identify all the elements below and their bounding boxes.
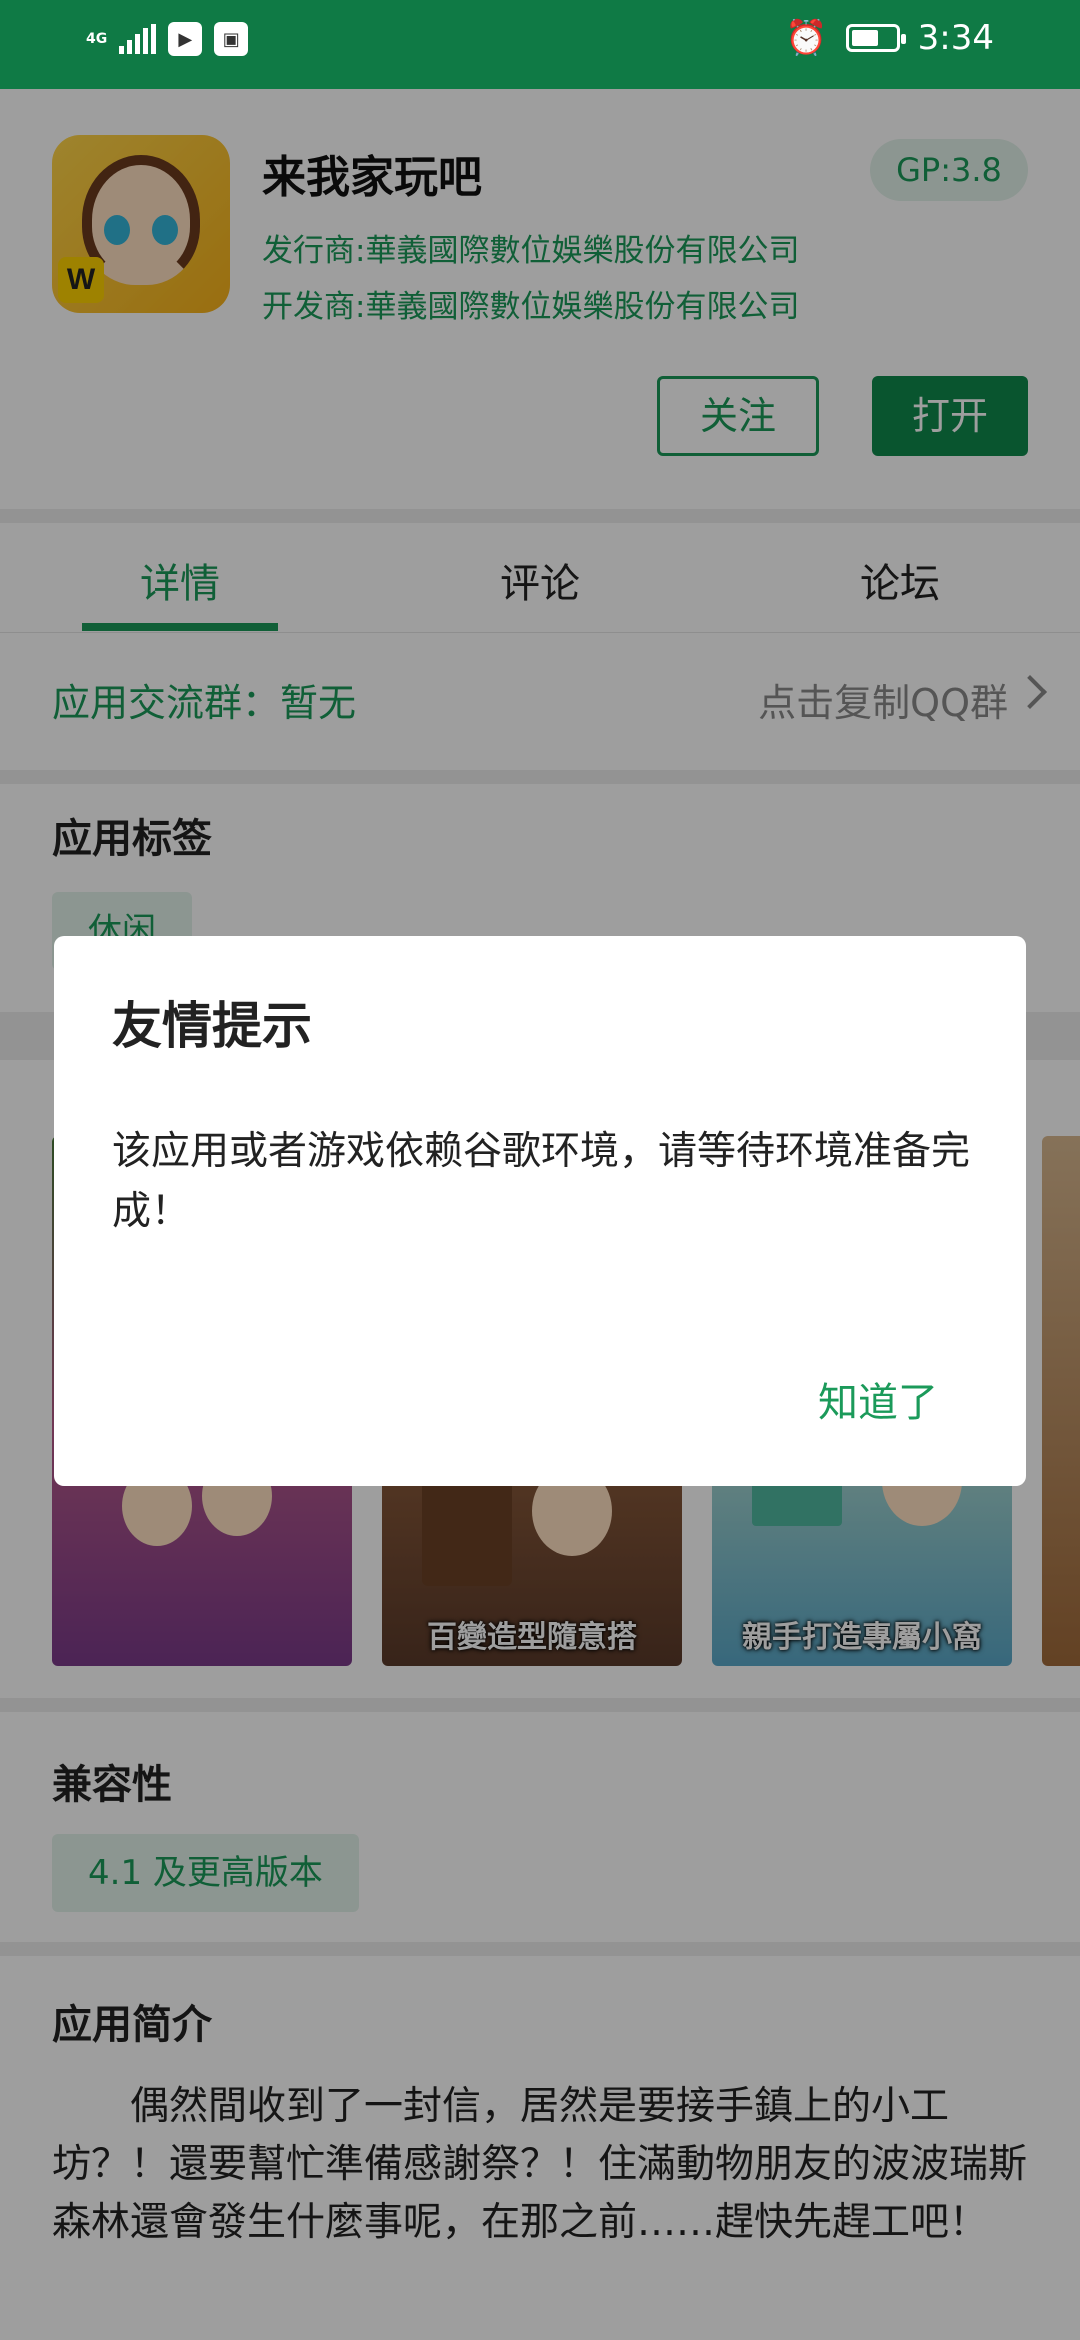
network-type: 4G [86, 31, 108, 47]
app-notification-icon: ▣ [214, 22, 249, 56]
dialog-message: 该应用或者游戏依赖谷歌环境，请等待环境准备完成！ [112, 1129, 971, 1234]
status-bar-right: ⏰ 3:34 [785, 18, 994, 58]
clock: 3:34 [917, 18, 994, 58]
status-bar-left: 4G ▶ ▣ [86, 22, 249, 56]
dialog-title: 友情提示 [112, 997, 312, 1055]
status-bar: 4G ▶ ▣ ⏰ 3:34 [0, 0, 1080, 89]
dialog-ok-button[interactable]: 知道了 [818, 1370, 938, 1428]
battery-icon [845, 24, 906, 52]
friendly-tip-dialog: 友情提示 该应用或者游戏依赖谷歌环境，请等待环境准备完成！ 知道了 [54, 936, 1026, 1486]
play-store-icon: ▶ [168, 22, 203, 56]
alarm-icon: ⏰ [785, 18, 828, 58]
signal-icon [119, 24, 157, 54]
